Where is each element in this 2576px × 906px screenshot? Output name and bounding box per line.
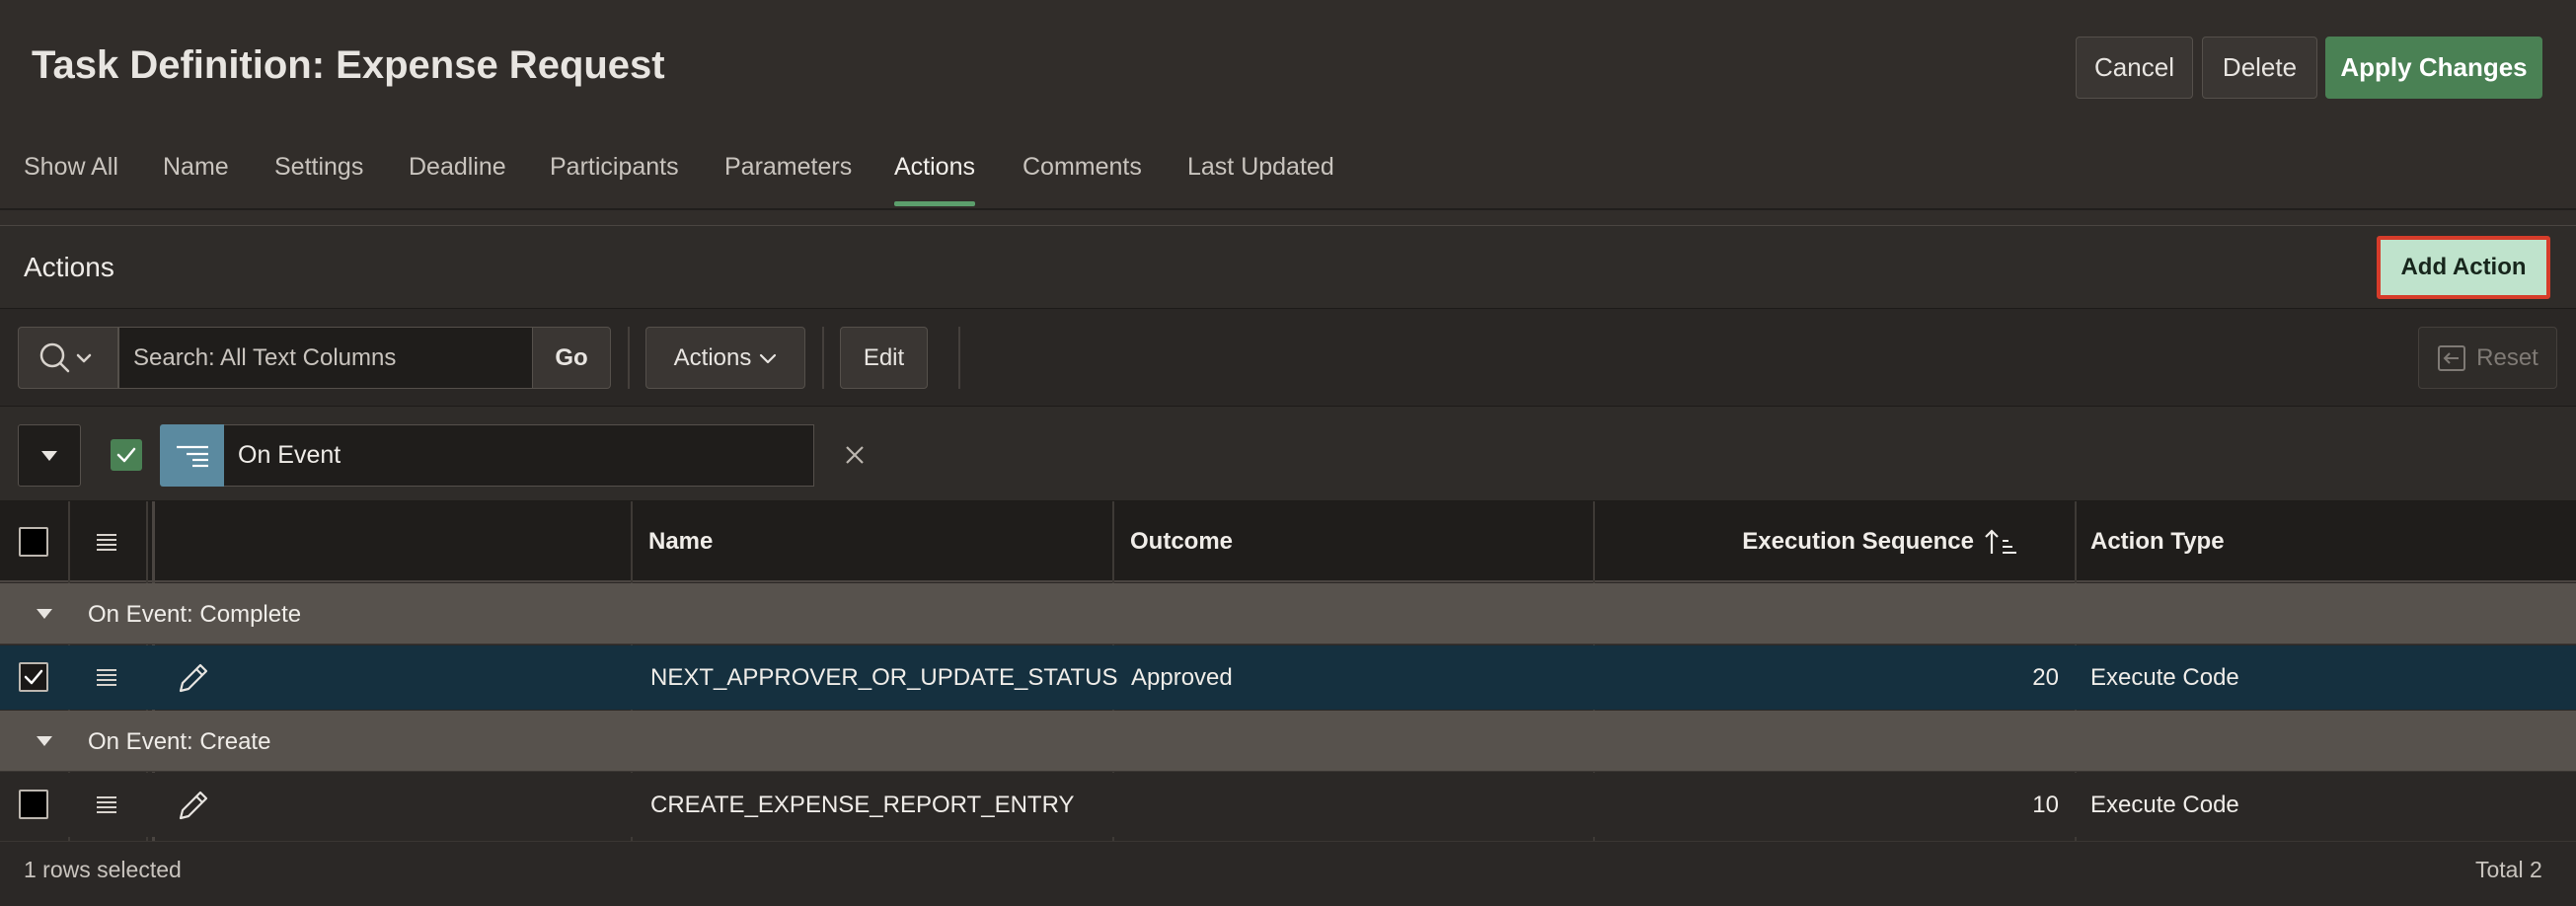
control-break-enable-checkbox[interactable] xyxy=(111,439,142,471)
table-row[interactable]: CREATE_EXPENSE_REPORT_ENTRY 10 Execute C… xyxy=(0,773,2576,837)
caret-down-icon xyxy=(37,609,52,619)
region-header xyxy=(0,226,2576,308)
tab-show-all[interactable]: Show All xyxy=(24,153,118,182)
page-title: Task Definition: Expense Request xyxy=(32,43,665,87)
select-all-checkbox[interactable] xyxy=(19,527,48,557)
column-header-execution-sequence[interactable]: Execution Sequence xyxy=(1593,501,2019,582)
search-input[interactable]: Search: All Text Columns xyxy=(118,327,533,389)
apply-changes-button[interactable]: Apply Changes xyxy=(2325,37,2542,99)
cell-execution-sequence: 20 xyxy=(2032,664,2059,691)
row-select-checkbox[interactable] xyxy=(19,662,48,692)
group-label: On Event: Create xyxy=(88,728,271,755)
row-actions-menu-icon[interactable] xyxy=(95,667,118,687)
edit-pencil-icon[interactable] xyxy=(175,661,210,697)
add-action-button[interactable]: Add Action xyxy=(2377,236,2550,299)
row-actions-header-icon xyxy=(97,534,116,551)
edit-pencil-icon[interactable] xyxy=(175,789,210,824)
toolbar-separator xyxy=(628,327,630,389)
execution-sequence-label: Execution Sequence xyxy=(1742,528,1974,555)
reset-icon xyxy=(2438,344,2466,371)
actions-menu-label: Actions xyxy=(673,343,752,371)
search-icon xyxy=(39,342,92,373)
delete-button[interactable]: Delete xyxy=(2202,37,2317,99)
cell-execution-sequence: 10 xyxy=(2032,792,2059,818)
total-count: Total 2 xyxy=(2475,857,2542,882)
caret-down-icon xyxy=(41,450,57,461)
tab-deadline[interactable]: Deadline xyxy=(409,153,506,182)
tab-parameters[interactable]: Parameters xyxy=(724,153,852,182)
cell-name: CREATE_EXPENSE_REPORT_ENTRY xyxy=(650,792,1075,818)
checkmark-icon xyxy=(24,669,43,685)
row-actions-menu-icon[interactable] xyxy=(95,794,118,814)
tab-comments[interactable]: Comments xyxy=(1023,153,1142,182)
search-column-menu[interactable] xyxy=(18,327,118,389)
column-header-outcome[interactable]: Outcome xyxy=(1130,501,1233,582)
row-select-checkbox[interactable] xyxy=(19,790,48,819)
chevron-down-icon xyxy=(760,353,777,363)
table-row[interactable]: NEXT_APPROVER_OR_UPDATE_STATUS Approved … xyxy=(0,645,2576,710)
tab-participants[interactable]: Participants xyxy=(550,153,679,182)
column-header-action-type[interactable]: Action Type xyxy=(2090,501,2225,582)
remove-control-break-button[interactable] xyxy=(839,439,871,471)
column-header-name[interactable]: Name xyxy=(648,501,713,582)
toolbar-separator xyxy=(958,327,960,389)
tab-last-updated[interactable]: Last Updated xyxy=(1187,153,1334,182)
control-break-filter[interactable]: On Event xyxy=(224,424,814,487)
checkmark-icon xyxy=(116,447,136,463)
control-break-icon-box xyxy=(160,424,224,487)
region-title: Actions xyxy=(24,252,114,282)
control-break-icon xyxy=(176,445,208,467)
edit-button[interactable]: Edit xyxy=(840,327,928,389)
cell-action-type: Execute Code xyxy=(2090,792,2239,818)
cell-action-type: Execute Code xyxy=(2090,664,2239,691)
go-button[interactable]: Go xyxy=(532,327,611,389)
close-icon xyxy=(846,446,864,464)
reset-label: Reset xyxy=(2476,343,2538,371)
cancel-button[interactable]: Cancel xyxy=(2076,37,2193,99)
reset-button[interactable]: Reset xyxy=(2418,327,2557,389)
grid-footer xyxy=(0,841,2576,906)
group-label: On Event: Complete xyxy=(88,601,302,628)
actions-menu-button[interactable]: Actions xyxy=(645,327,805,389)
chevron-down-icon xyxy=(76,353,92,363)
collapse-filters-button[interactable] xyxy=(18,424,81,487)
active-tab-indicator xyxy=(894,201,975,206)
sort-ascending-icon xyxy=(1985,529,2016,554)
caret-down-icon xyxy=(37,736,52,746)
group-row-complete[interactable]: On Event: Complete xyxy=(0,583,2576,644)
cell-outcome: Approved xyxy=(1131,664,1233,691)
selection-count: 1 rows selected xyxy=(24,857,182,882)
tabs-divider xyxy=(0,208,2576,210)
tab-settings[interactable]: Settings xyxy=(274,153,363,182)
toolbar-separator xyxy=(822,327,824,389)
group-row-create[interactable]: On Event: Create xyxy=(0,711,2576,772)
tab-actions[interactable]: Actions xyxy=(894,153,975,182)
tab-name[interactable]: Name xyxy=(163,153,229,182)
cell-name: NEXT_APPROVER_OR_UPDATE_STATUS xyxy=(650,664,1118,691)
